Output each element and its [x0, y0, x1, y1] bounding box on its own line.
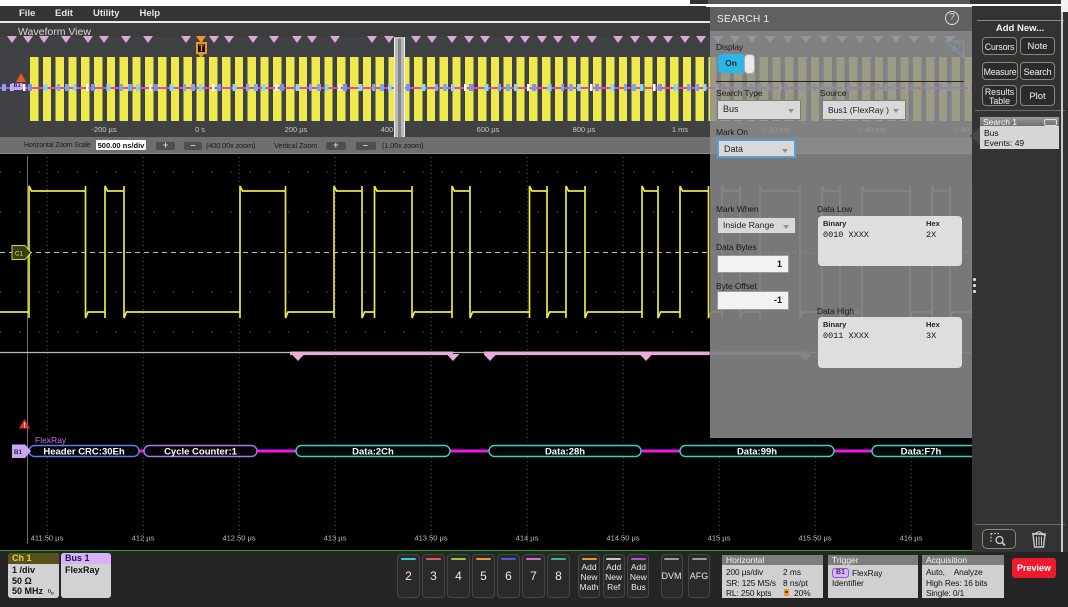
svg-text:Data:F7h: Data:F7h — [901, 446, 942, 457]
svg-text:415.50 µs: 415.50 µs — [798, 534, 831, 543]
svg-text:Cycle Counter:1: Cycle Counter:1 — [164, 446, 238, 457]
svg-text:413.50 µs: 413.50 µs — [414, 534, 447, 543]
svg-text:414.50 µs: 414.50 µs — [606, 534, 639, 543]
svg-text:412.50 µs: 412.50 µs — [222, 534, 255, 543]
svg-text:B1: B1 — [14, 449, 23, 456]
svg-text:415 µs: 415 µs — [708, 534, 731, 543]
svg-text:Header CRC:30Eh: Header CRC:30Eh — [43, 446, 124, 457]
svg-text:412 µs: 412 µs — [132, 534, 155, 543]
svg-text:Data:2Ch: Data:2Ch — [352, 446, 394, 457]
svg-text:416 µs: 416 µs — [900, 534, 923, 543]
svg-text:C1: C1 — [15, 250, 24, 257]
svg-text:414 µs: 414 µs — [516, 534, 539, 543]
svg-text:FlexRay: FlexRay — [35, 435, 67, 445]
svg-text:!: ! — [23, 423, 25, 430]
svg-text:Data:28h: Data:28h — [545, 446, 585, 457]
svg-text:Data:99h: Data:99h — [737, 446, 777, 457]
svg-text:411.50 µs: 411.50 µs — [31, 534, 64, 543]
svg-text:413 µs: 413 µs — [324, 534, 347, 543]
